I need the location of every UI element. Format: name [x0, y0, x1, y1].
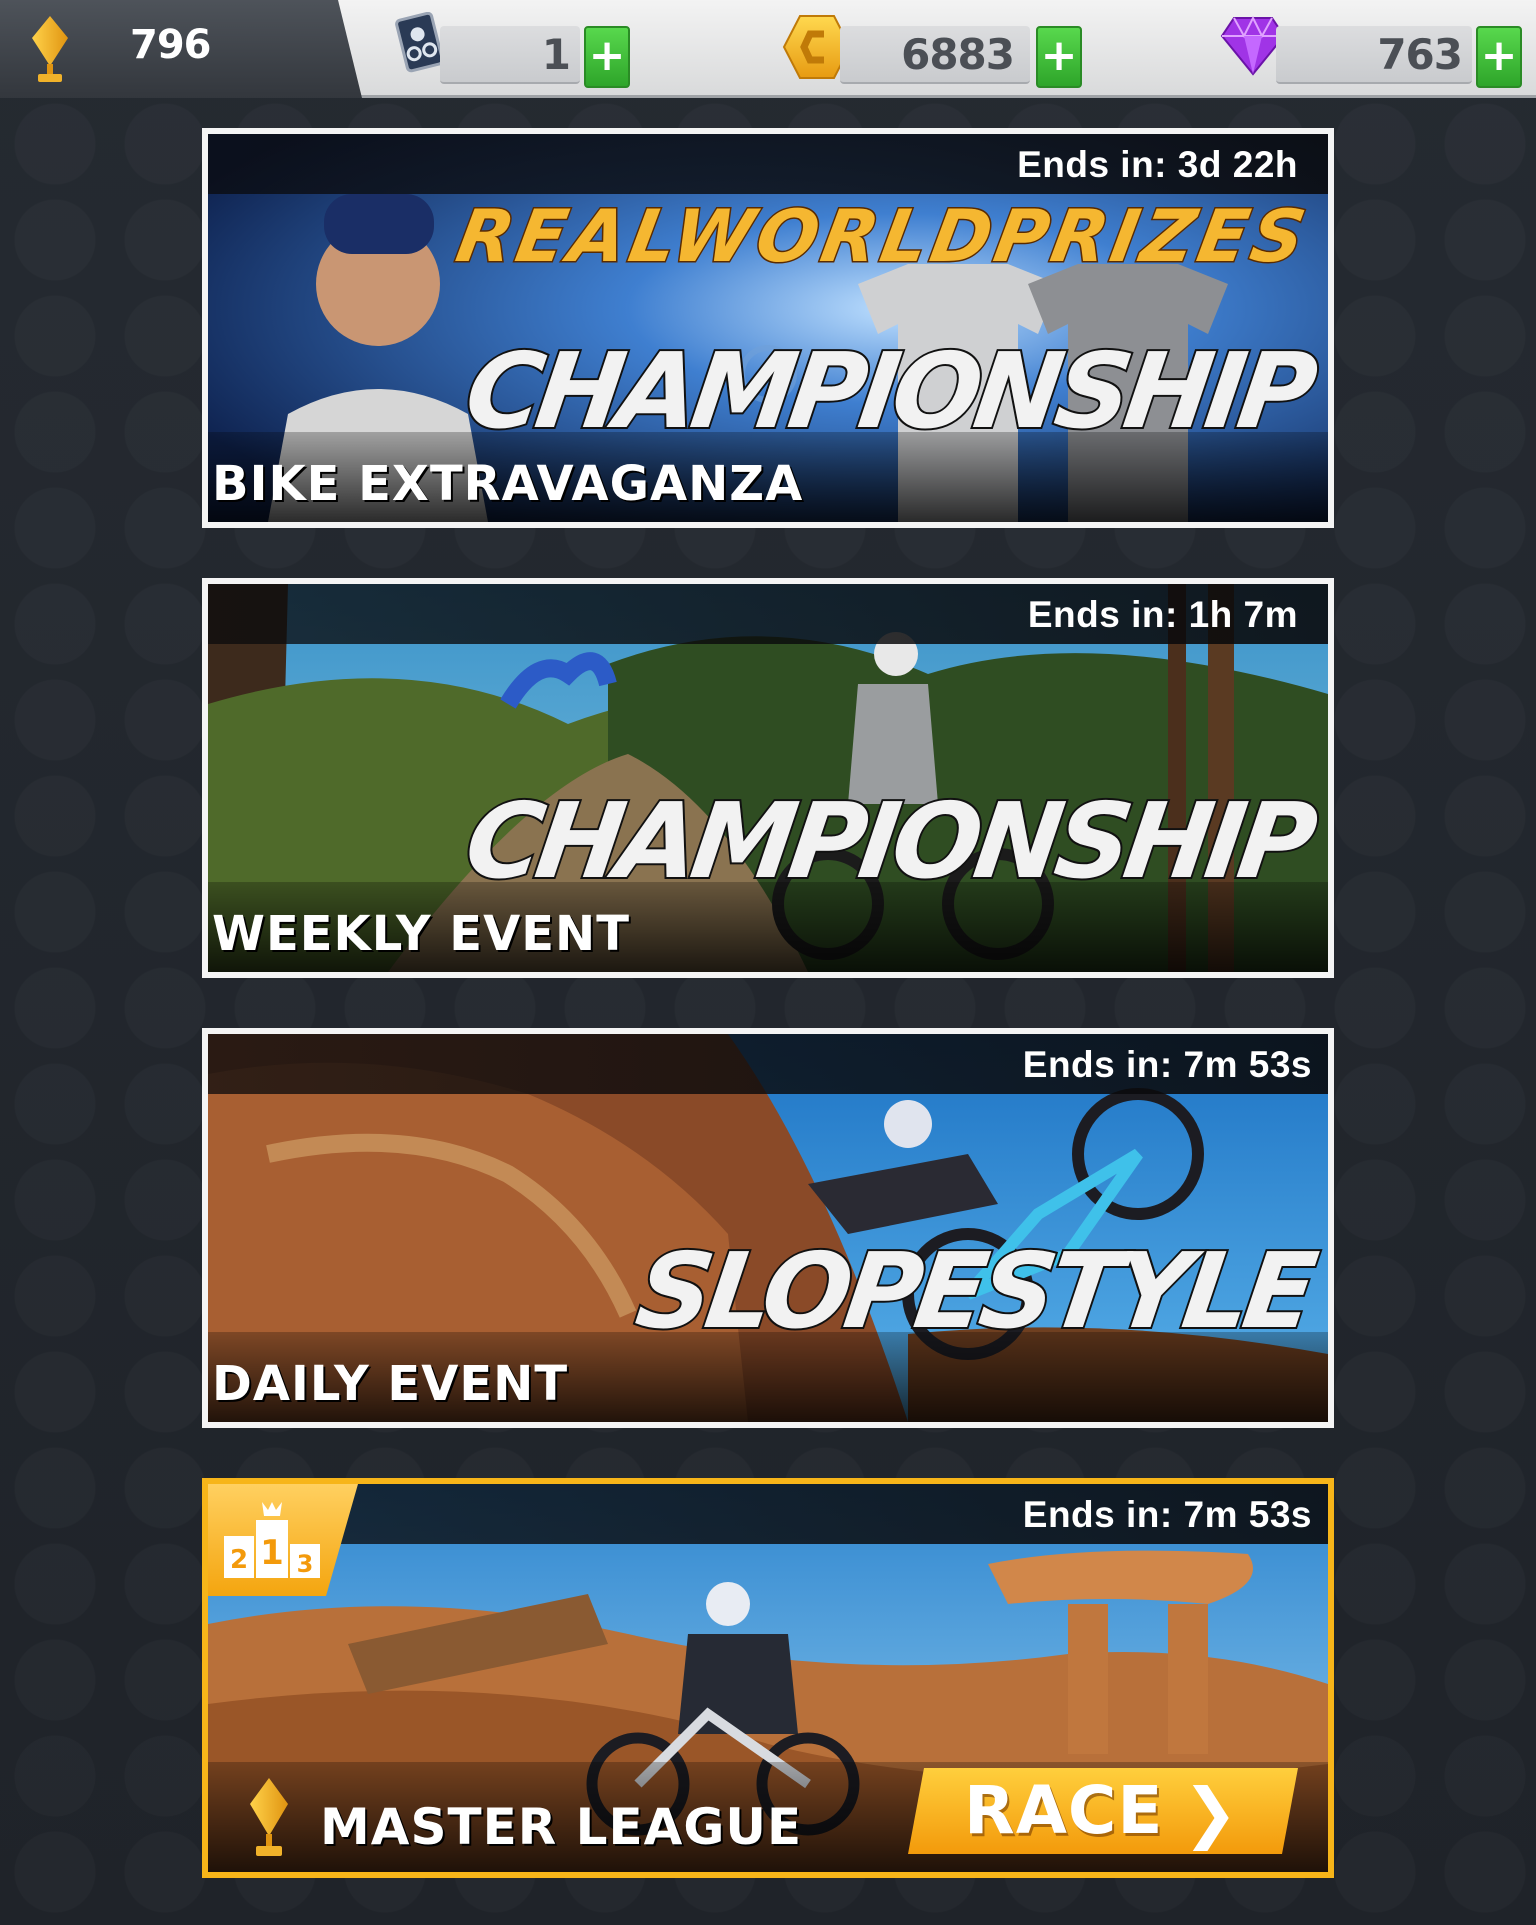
event-subtitle: BIKE EXTRAVAGANZA	[212, 456, 804, 512]
event-card-weekly[interactable]: Ends in: 1h 7m CHAMPIONSHIP WEEKLY EVENT	[202, 578, 1334, 978]
trophy-panel: 796	[0, 0, 362, 98]
card-currency: 1 +	[384, 12, 634, 88]
add-coins-button[interactable]: +	[1036, 26, 1082, 88]
trophy-icon	[250, 1778, 288, 1856]
gem-count: 763	[1377, 30, 1463, 79]
coin-count: 6883	[901, 30, 1015, 79]
chevron-right-icon: ❯	[1182, 1774, 1238, 1851]
event-timer: Ends in: 3d 22h	[1017, 144, 1298, 185]
resource-bar: 796 1 + 6883 + 763 +	[0, 0, 1536, 98]
add-cards-button[interactable]: +	[584, 26, 630, 88]
gem-currency: 763 +	[1220, 12, 1526, 88]
trophy-icon	[32, 16, 68, 82]
trophy-count: 796	[130, 22, 212, 68]
promo-banner: REALWORLDPRIZES	[449, 193, 1317, 280]
event-timer: Ends in: 1h 7m	[1027, 594, 1298, 635]
event-title: CHAMPIONSHIP	[457, 778, 1321, 904]
league-label: MASTER LEAGUE	[320, 1798, 803, 1856]
add-gems-button[interactable]: +	[1476, 26, 1522, 88]
event-title: SLOPESTYLE	[628, 1228, 1321, 1354]
event-card-daily[interactable]: Ends in: 7m 53s SLOPESTYLE DAILY EVENT	[202, 1028, 1334, 1428]
card-count: 1	[541, 30, 571, 79]
event-title: CHAMPIONSHIP	[457, 328, 1321, 454]
event-subtitle: DAILY EVENT	[212, 1356, 569, 1412]
podium-third: 3	[297, 1550, 314, 1578]
race-button[interactable]: RACE ❯	[908, 1768, 1298, 1854]
event-timer: Ends in: 7m 53s	[1022, 1494, 1312, 1535]
podium-first: 1	[260, 1533, 284, 1573]
podium-icon: 1 2 3	[224, 1502, 320, 1578]
race-button-label: RACE	[964, 1772, 1164, 1849]
coin-currency: 6883 +	[780, 12, 1090, 88]
event-card-bike-extravaganza[interactable]: Ends in: 3d 22h REALWORLDPRIZES CHAMPION…	[202, 128, 1334, 528]
event-timer: Ends in: 7m 53s	[1022, 1044, 1312, 1085]
podium-second: 2	[230, 1545, 248, 1575]
event-subtitle: WEEKLY EVENT	[212, 906, 630, 962]
event-card-master-league[interactable]: Ends in: 7m 53s 1 2 3 MASTER LEAGUE RACE…	[202, 1478, 1334, 1878]
